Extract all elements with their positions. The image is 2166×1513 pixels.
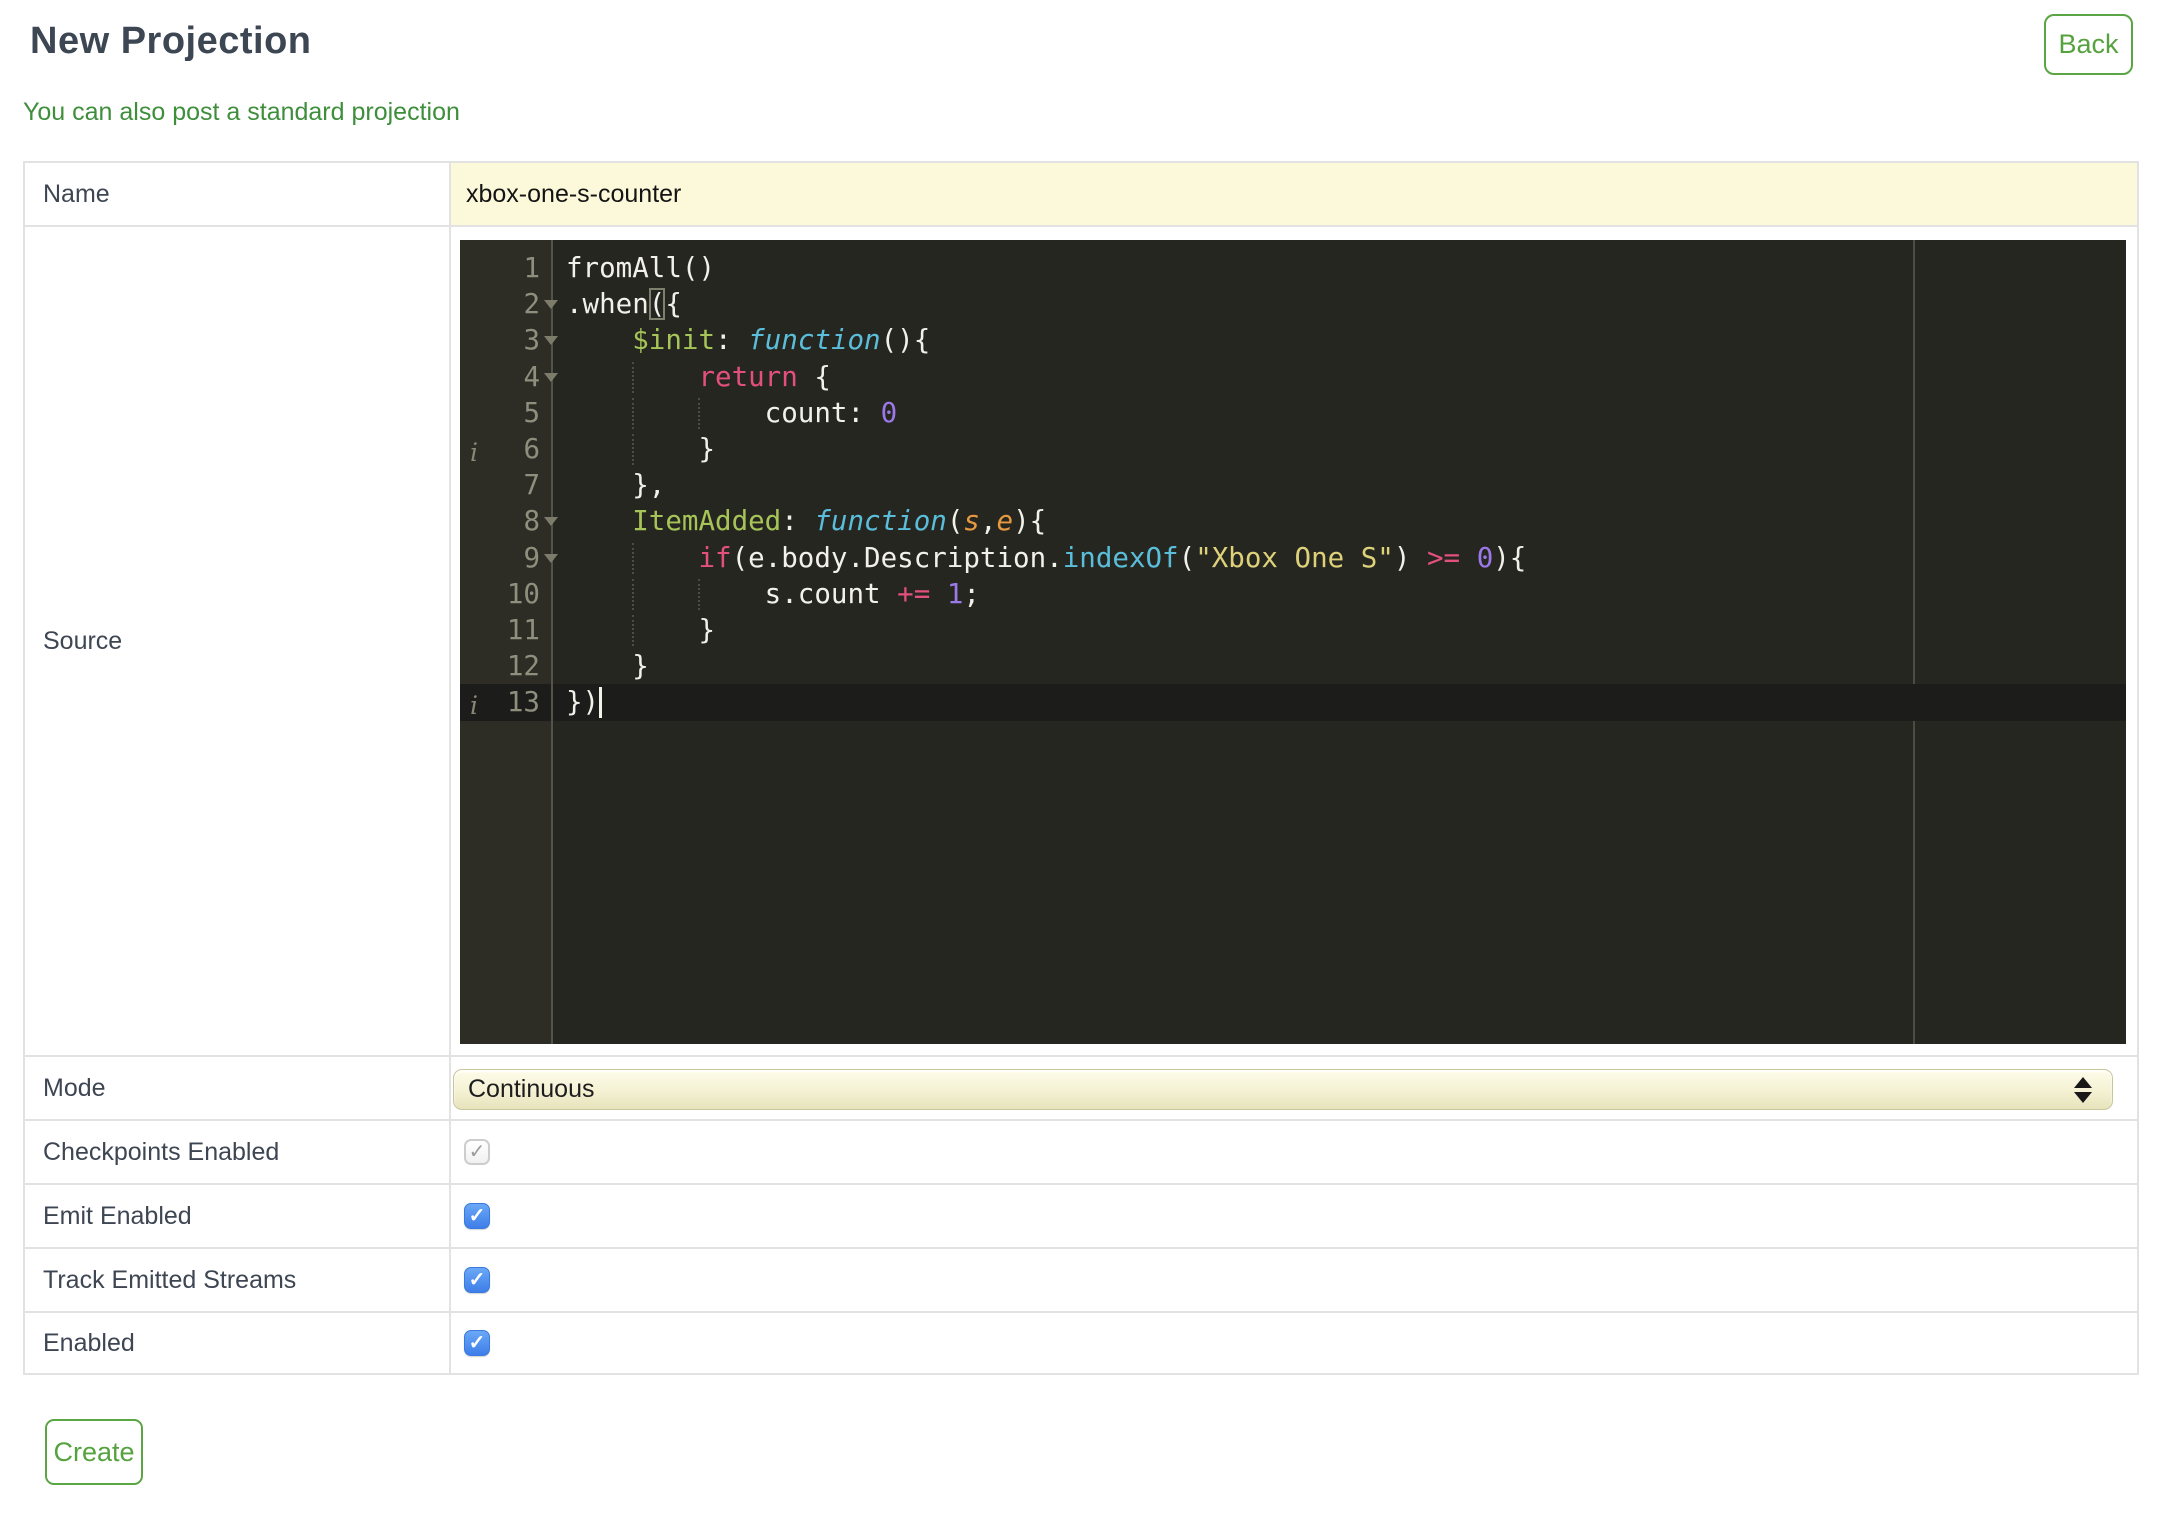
emit-label: Emit Enabled [25, 1185, 451, 1247]
gutter-line-number: 11 [506, 614, 540, 646]
gutter-line-number: 5 [523, 396, 540, 429]
mode-row: Mode Continuous [25, 1055, 2137, 1119]
gutter-line-number: 9 [523, 541, 540, 574]
fold-arrow-icon[interactable] [544, 300, 558, 310]
gutter-info-icon: i [470, 691, 478, 721]
code-line: return { [698, 360, 831, 393]
gutter-line-number: 1 [523, 252, 540, 284]
enabled-label: Enabled [25, 1313, 451, 1373]
source-code-editor[interactable]: 1 fromAll() 2 .when({3 $init: function(){4 … [460, 240, 2126, 1044]
standard-projection-link[interactable]: You can also post a standard projection [23, 98, 460, 127]
code-line: $init: function(){ [632, 324, 931, 357]
fold-arrow-icon[interactable] [544, 517, 558, 527]
checkpoints-row: Checkpoints Enabled ✓ [25, 1119, 2137, 1183]
gutter-line-number: 12 [506, 650, 540, 683]
emit-row: Emit Enabled ✓ [25, 1183, 2137, 1247]
gutter-line-number: 2 [523, 288, 540, 321]
code-line: s.count += 1; [566, 577, 980, 610]
create-button[interactable]: Create [45, 1419, 143, 1485]
code-line: if(e.body.Description.indexOf("Xbox One … [698, 541, 1527, 574]
gutter-line-number: 4 [523, 360, 540, 393]
track-checkbox[interactable]: ✓ [464, 1267, 490, 1293]
back-button[interactable]: Back [2044, 14, 2133, 75]
fold-arrow-icon[interactable] [544, 336, 558, 346]
emit-checkbox[interactable]: ✓ [464, 1203, 490, 1229]
mode-label: Mode [25, 1057, 451, 1119]
name-row: Name xbox-one-s-counter [25, 163, 2137, 225]
enabled-row: Enabled ✓ [25, 1311, 2137, 1373]
source-label: Source [25, 227, 451, 1055]
checkpoints-checkbox: ✓ [464, 1139, 490, 1165]
page-header: New Projection Back [0, 0, 2166, 75]
editor-ruler [1913, 240, 1915, 1044]
checkpoints-label: Checkpoints Enabled [25, 1121, 451, 1183]
name-input[interactable]: xbox-one-s-counter [451, 163, 2137, 225]
code-line: .when({ [566, 288, 682, 321]
gutter-line-number: 7 [523, 469, 540, 502]
fold-arrow-icon[interactable] [544, 372, 558, 382]
select-arrows-icon [2074, 1076, 2092, 1103]
name-label: Name [25, 163, 451, 225]
code-line: }, [566, 469, 666, 502]
code-line: fromAll() [566, 252, 716, 284]
text-cursor [599, 687, 603, 719]
code-line: } [566, 650, 649, 683]
code-line: } [566, 614, 716, 646]
enabled-checkbox[interactable]: ✓ [464, 1330, 490, 1356]
code-line: }) [566, 686, 600, 719]
gutter-line-number: 3 [523, 324, 540, 357]
page-title: New Projection [30, 20, 312, 62]
projection-form: Name xbox-one-s-counter Source 1 fromAll(… [23, 161, 2139, 1375]
mode-select[interactable]: Continuous [453, 1069, 2113, 1110]
gutter-info-icon: i [470, 438, 478, 467]
source-row: Source 1 fromAll() 2 .when({ 3 $init: functi… [25, 225, 2137, 1055]
fold-arrow-icon[interactable] [544, 553, 558, 563]
gutter-line-number: 8 [523, 505, 540, 538]
gutter-line-number: 10 [506, 577, 540, 610]
track-label: Track Emitted Streams [25, 1249, 451, 1311]
track-row: Track Emitted Streams ✓ [25, 1247, 2137, 1311]
code-line: ItemAdded: function(s,e){ [632, 505, 1047, 538]
code-line: } [566, 433, 716, 465]
editor-active-line [460, 684, 2126, 722]
editor-gutter-divider [551, 240, 553, 1044]
code-line: count: 0 [566, 396, 898, 429]
mode-select-value: Continuous [468, 1075, 595, 1103]
